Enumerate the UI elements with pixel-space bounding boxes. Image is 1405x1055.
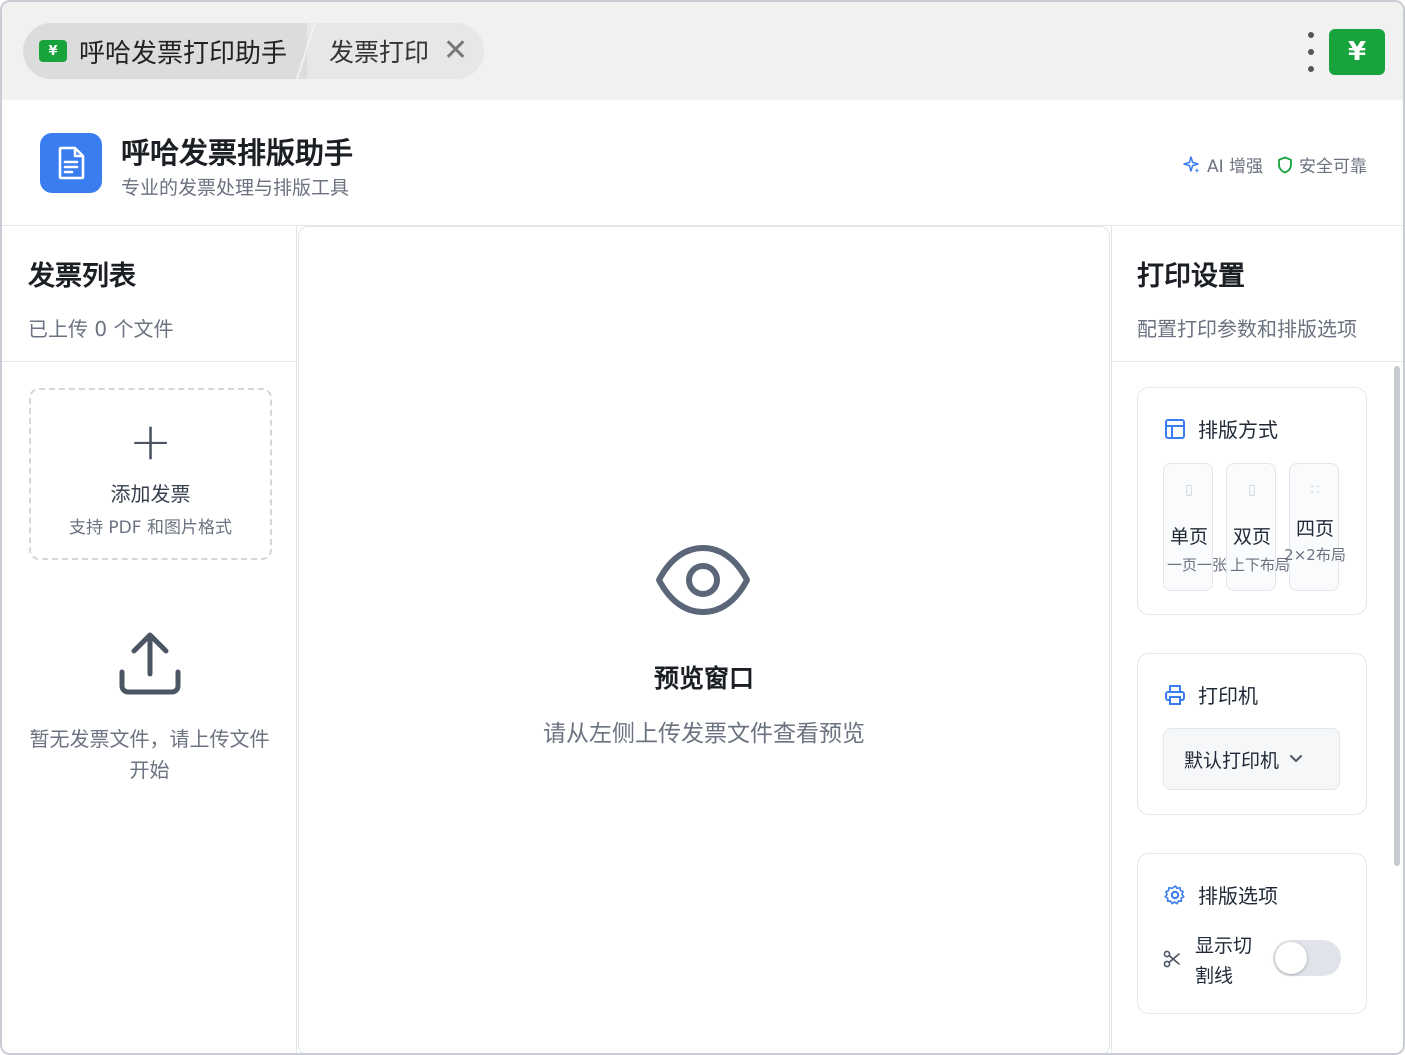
cut-line-option: 显示切割线 [1163,931,1341,995]
quad-page-icon: ∷ [1310,482,1320,498]
tab-app[interactable]: ¥ 呼哈发票打印助手 [23,23,305,79]
secure-badge-label: 安全可靠 [1299,157,1367,177]
sparkles-icon [1183,155,1200,173]
layout-option-name: 单页 [1169,526,1208,548]
printer-select[interactable]: 默认打印机 [1163,728,1340,790]
plus-icon: + [128,412,173,472]
tab-strip: ¥ 呼哈发票打印助手 发票打印 ✕ [23,23,485,79]
page-header: 呼哈发票排版助手 专业的发票处理与排版工具 AI 增强 安全可靠 [2,100,1403,226]
app-brand-logo-icon[interactable]: ¥ [1329,29,1385,75]
settings-scrollbar[interactable] [1394,366,1400,866]
preview-subtitle: 请从左侧上传发票文件查看预览 [543,721,865,747]
layout-option-desc: 2×2布局 [1284,546,1346,564]
chevron-down-icon [1290,755,1303,762]
printer-card: 打印机 默认打印机 [1137,653,1367,815]
layout-options-card-label: 排版选项 [1198,884,1278,908]
double-page-icon: ▯ [1248,482,1256,498]
layout-option-name: 四页 [1295,518,1334,540]
cut-line-toggle[interactable] [1273,940,1341,976]
secure-badge: 安全可靠 [1277,152,1367,177]
preview-panel: 预览窗口 请从左侧上传发票文件查看预览 [298,226,1110,1053]
printer-card-label: 打印机 [1198,684,1258,708]
ai-badge-label: AI 增强 [1206,157,1263,177]
cut-line-label: 显示切割线 [1195,935,1253,987]
print-settings-subtitle: 配置打印参数和排版选项 [1137,317,1357,341]
invoice-list-title: 发票列表 [28,261,136,292]
single-page-icon: ▯ [1185,482,1193,498]
close-icon[interactable]: ✕ [443,36,468,66]
ai-badge: AI 增强 [1183,152,1263,177]
printer-icon [1165,684,1185,705]
layout-option-single[interactable]: ▯ 单页 一页一张 [1163,463,1227,591]
scissors-icon [1163,950,1180,968]
page-subtitle: 专业的发票处理与排版工具 [121,177,350,199]
invoice-list-header: 发票列表 已上传 0 个文件 [2,226,296,362]
layout-options-card-title: 排版选项 [1164,880,1278,909]
tab-invoice-print-label: 发票打印 [329,38,430,67]
add-invoice-hint: 支持 PDF 和图片格式 [69,518,232,538]
add-invoice-label: 添加发票 [110,482,191,506]
layout-options-card: 排版选项 显示切割线 [1137,853,1367,1014]
printer-select-value: 默认打印机 [1184,749,1280,772]
print-settings-panel: 打印设置 配置打印参数和排版选项 排版方式 ▯ 单页 一页一张 ▯ 双页 上下布… [1111,226,1403,1053]
layout-options: ▯ 单页 一页一张 ▯ 双页 上下布局 ∷ 四页 2×2布局 [1163,463,1346,591]
printer-card-title: 打印机 [1164,680,1258,709]
tab-invoice-print[interactable]: 发票打印 ✕ [307,23,485,79]
app-logo-icon: ¥ [39,40,67,62]
layout-card-title: 排版方式 [1164,414,1278,443]
gear-icon [1164,884,1185,904]
add-invoice-button[interactable]: + 添加发票 支持 PDF 和图片格式 [29,388,272,560]
document-icon [40,133,102,193]
file-count-text: 已上传 0 个文件 [28,317,174,341]
layout-option-double[interactable]: ▯ 双页 上下布局 [1226,463,1290,591]
layout-card-label: 排版方式 [1198,418,1278,442]
upload-icon [119,632,181,695]
print-settings-header: 打印设置 配置打印参数和排版选项 [1112,226,1403,362]
toggle-knob [1275,942,1307,974]
layout-option-quad[interactable]: ∷ 四页 2×2布局 [1284,463,1346,591]
print-settings-title: 打印设置 [1137,261,1245,292]
tab-app-label: 呼哈发票打印助手 [79,38,288,69]
invoice-list-panel: 发票列表 已上传 0 个文件 + 添加发票 支持 PDF 和图片格式 暂无发票文… [2,226,297,1053]
more-menu-icon[interactable] [1306,32,1316,72]
shield-icon [1278,156,1292,173]
eye-icon [656,545,750,615]
app-window: ¥ 呼哈发票打印助手 发票打印 ✕ ¥ 呼哈发票排版助手 专业的发票处理与排版工… [0,0,1405,1055]
title-bar: ¥ 呼哈发票打印助手 发票打印 ✕ ¥ [2,2,1403,100]
preview-title: 预览窗口 [653,664,754,693]
layout-card: 排版方式 ▯ 单页 一页一张 ▯ 双页 上下布局 ∷ 四页 2×2布局 [1137,387,1367,615]
feature-badges: AI 增强 安全可靠 [1183,152,1367,177]
layout-icon [1165,418,1185,439]
page-title: 呼哈发票排版助手 [121,136,354,170]
empty-state-text: 暂无发票文件，请上传文件开始 [29,727,270,782]
